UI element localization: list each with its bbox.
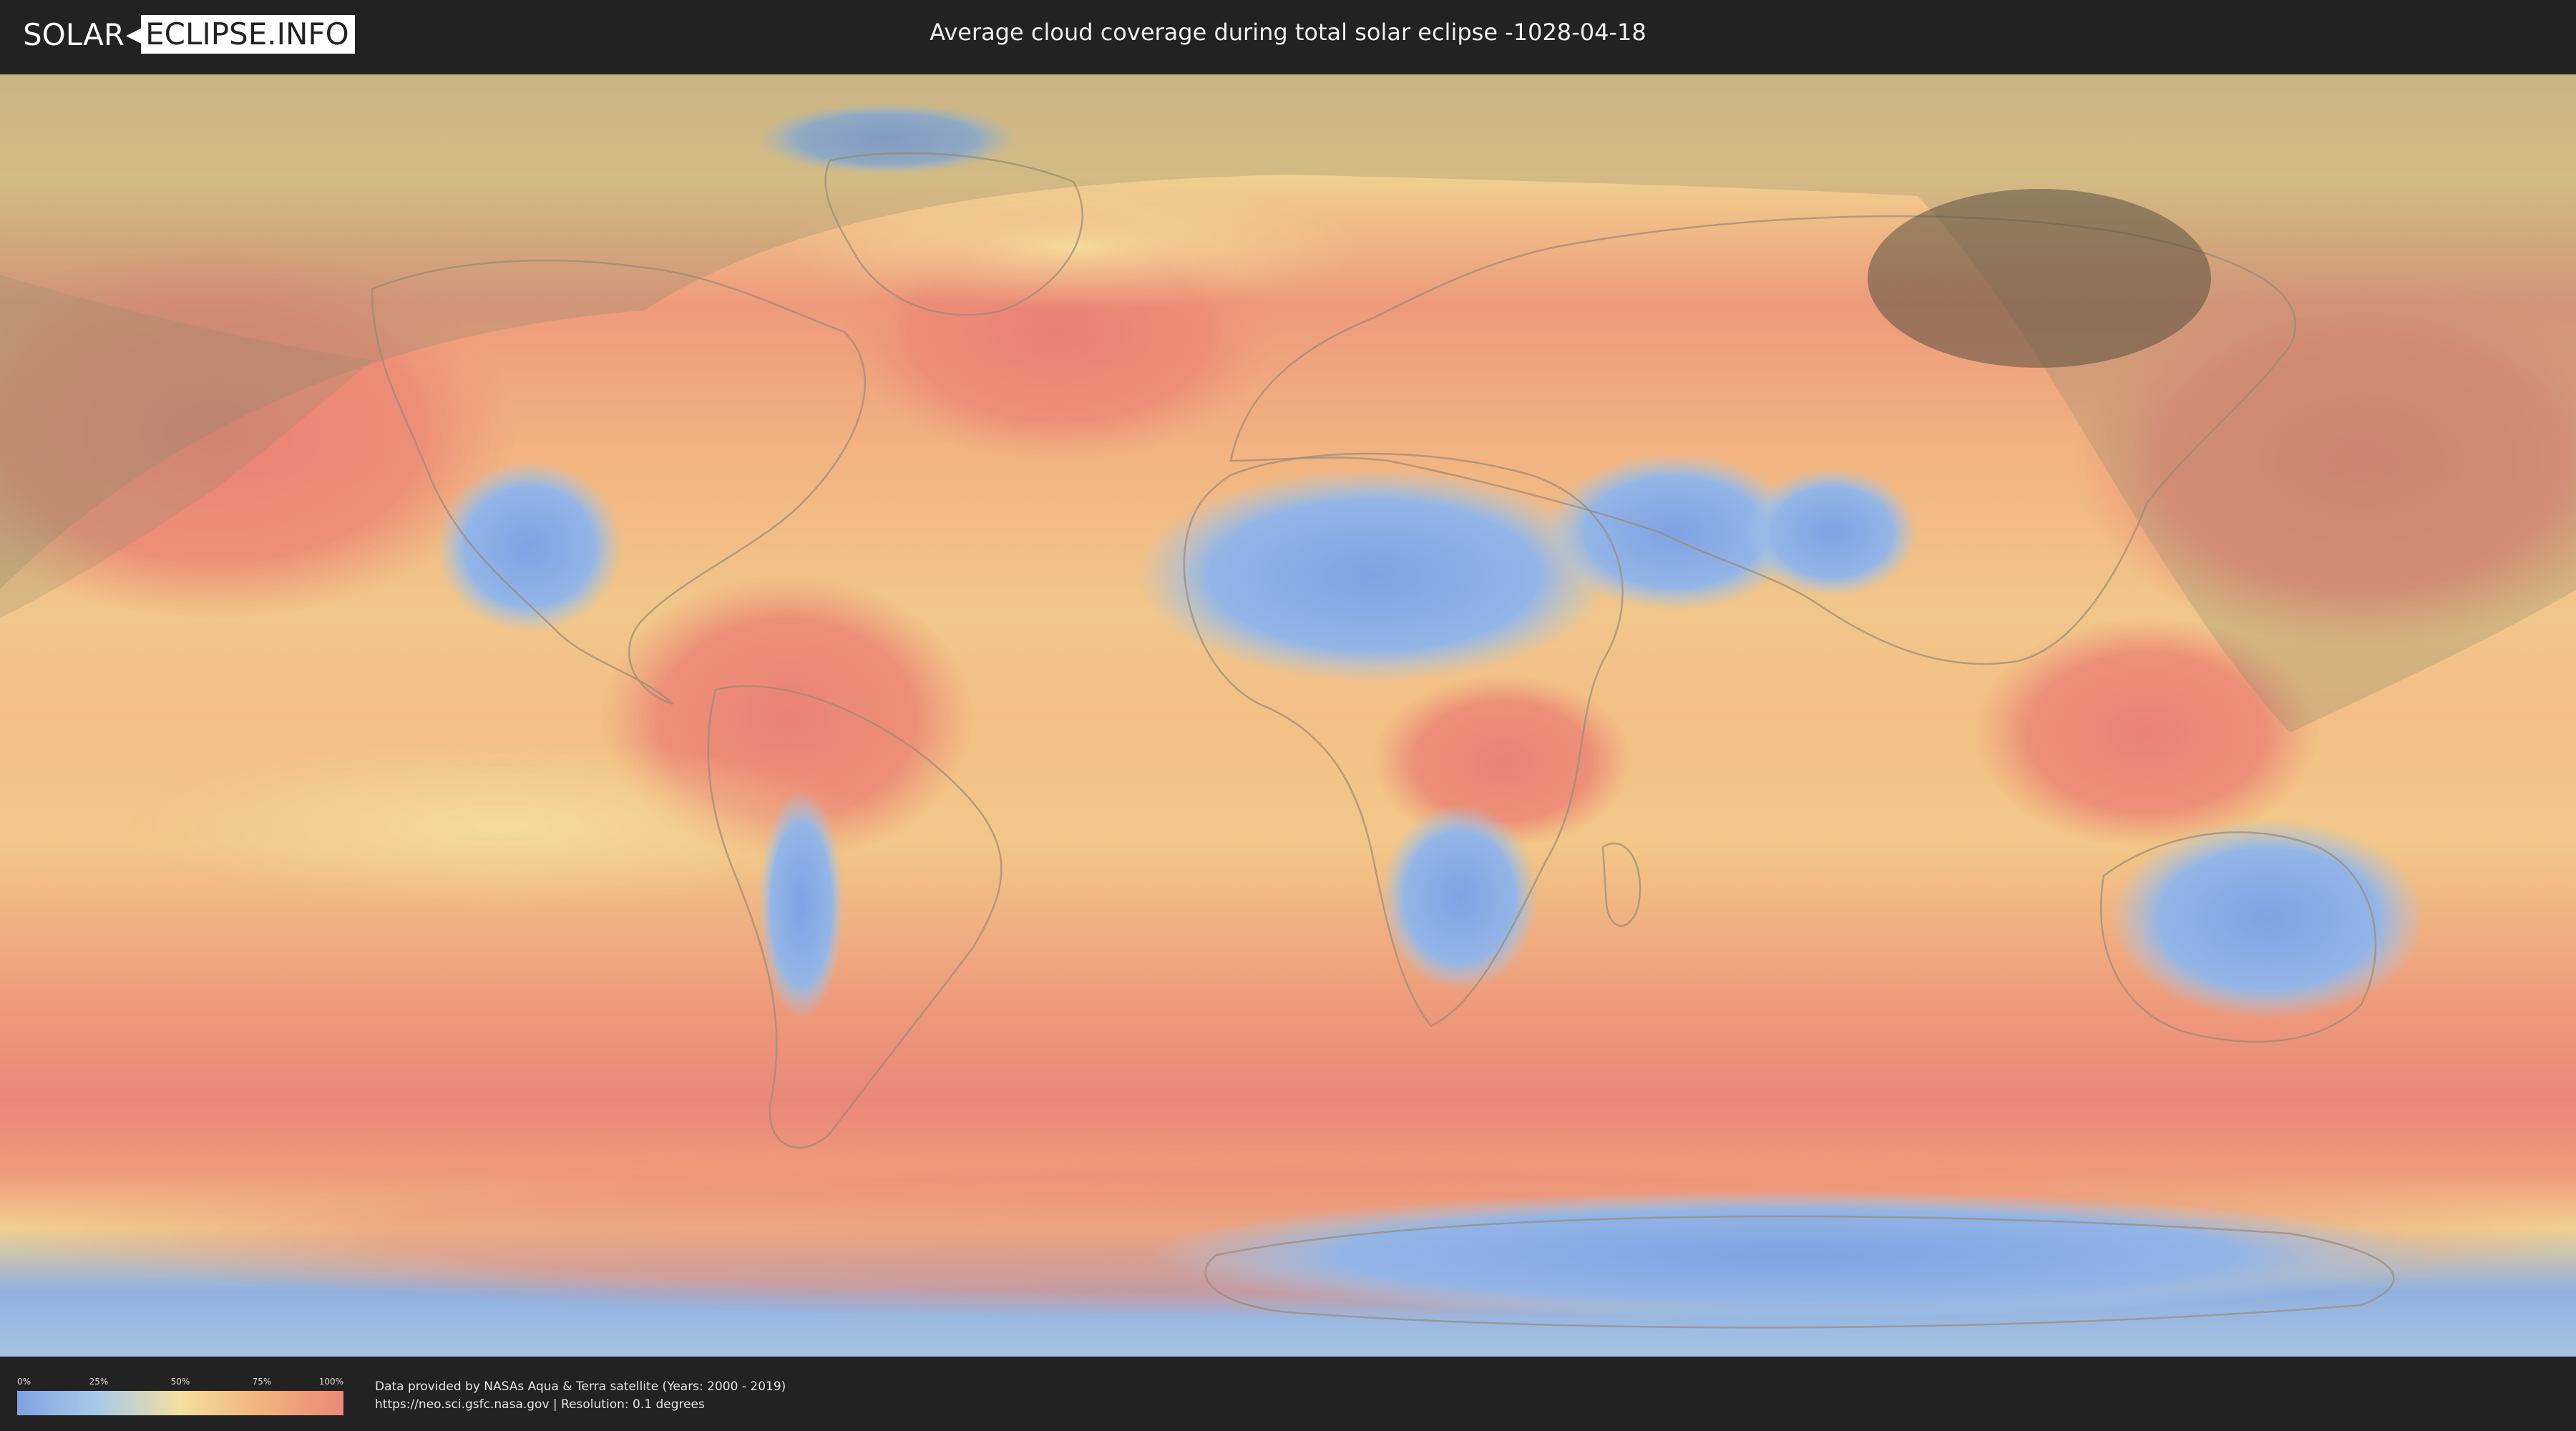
legend-tick-25: 25% xyxy=(89,1377,109,1387)
credits-line-2[interactable]: https://neo.sci.gsfc.nasa.gov | Resoluti… xyxy=(375,1396,786,1414)
cloud-coverage-map[interactable] xyxy=(0,74,2576,1357)
legend-ticks: 0% 25% 50% 75% 100% xyxy=(17,1377,343,1391)
totality-path xyxy=(1868,189,2211,368)
legend-tick-75: 75% xyxy=(252,1377,272,1387)
color-legend: 0% 25% 50% 75% 100% xyxy=(17,1377,343,1415)
legend-gradient-bar xyxy=(17,1391,343,1415)
legend-tick-0: 0% xyxy=(17,1377,31,1387)
legend-tick-50: 50% xyxy=(170,1377,190,1387)
footer-bar: 0% 25% 50% 75% 100% Data provided by NAS… xyxy=(0,1359,2576,1431)
data-credits: Data provided by NASAs Aqua & Terra sate… xyxy=(375,1378,786,1414)
credits-line-1: Data provided by NASAs Aqua & Terra sate… xyxy=(375,1379,786,1394)
page-title: Average cloud coverage during total sola… xyxy=(930,19,1646,46)
legend-tick-100: 100% xyxy=(318,1377,343,1387)
header-bar: SOLAR ◀ ECLIPSE.INFO Average cloud cover… xyxy=(0,0,2576,72)
